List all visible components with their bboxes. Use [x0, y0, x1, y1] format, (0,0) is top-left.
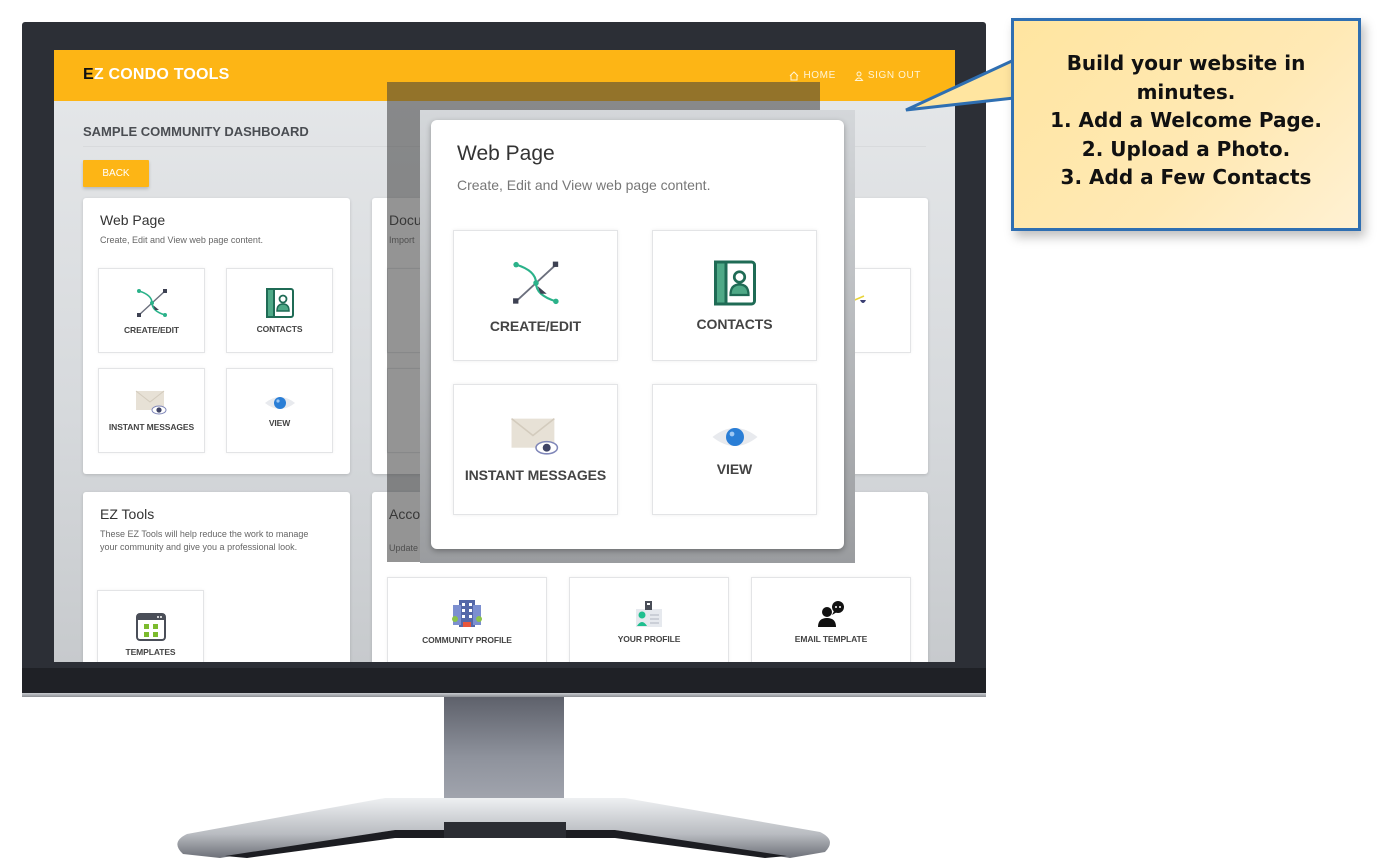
envelope-eye-icon: [510, 417, 558, 455]
person-chat-icon: [818, 601, 844, 627]
card-description: These EZ Tools will help reduce the work…: [100, 529, 309, 552]
tile-label: INSTANT MESSAGES: [464, 466, 607, 483]
building-icon: [452, 600, 482, 627]
tile-templates[interactable]: TEMPLATES: [97, 590, 204, 662]
marketing-stage: EZ CONDO TOOLS HOME SIGN OUT SAMPLE COMM…: [0, 0, 1387, 867]
tile-label: TEMPLATES: [125, 647, 176, 657]
id-badge-icon: [636, 601, 662, 627]
card-title: EZ Tools: [100, 506, 155, 522]
tile-email-template[interactable]: EMAIL TEMPLATE: [751, 577, 911, 662]
user-icon: [854, 71, 864, 81]
tile-view[interactable]: VIEW: [226, 368, 333, 453]
tile-label: COMMUNITY PROFILE: [422, 635, 512, 645]
eye-icon: [712, 427, 757, 446]
envelope-eye-icon: [135, 390, 166, 414]
tile-label: CONTACTS: [256, 323, 303, 334]
templates-grid-icon: [135, 613, 166, 641]
modal-description: Create, Edit and View web page content.: [457, 177, 711, 193]
modal-title: Web Page: [457, 142, 555, 165]
contacts-book-icon: [265, 287, 294, 318]
bezier-pen-icon: [512, 261, 559, 304]
tile-label: INSTANT MESSAGES: [108, 421, 195, 432]
callout-line-2: minutes.: [1136, 79, 1236, 104]
monitor-chin: [22, 668, 986, 694]
tile-label: EMAIL TEMPLATE: [794, 634, 868, 644]
nav-home[interactable]: HOME: [789, 70, 835, 81]
eye-icon: [264, 396, 295, 409]
web-page-card: Web Page Create, Edit and View web page …: [83, 198, 350, 474]
tile-label: CREATE/EDIT: [124, 324, 179, 335]
callout-pointer: [905, 58, 1015, 112]
page-title: SAMPLE COMMUNITY DASHBOARD: [83, 124, 309, 139]
monitor-stand-base: [177, 798, 830, 858]
tile-instant-messages[interactable]: INSTANT MESSAGES: [98, 368, 205, 453]
ez-tools-card: EZ Tools These EZ Tools will help reduce…: [83, 492, 350, 662]
zoomed-web-page-card: Web Page Create, Edit and View web page …: [431, 120, 844, 549]
callout-line-5: 3. Add a Few Contacts: [1060, 165, 1312, 189]
contacts-book-icon: [713, 260, 756, 305]
tile-label: CONTACTS: [696, 315, 773, 332]
tile-your-profile[interactable]: YOUR PROFILE: [569, 577, 729, 662]
callout-line-3: 1. Add a Welcome Page.: [1050, 108, 1322, 132]
zoomed-tile-create-edit[interactable]: CREATE/EDIT: [453, 230, 618, 361]
nav-home-label: HOME: [803, 70, 836, 81]
home-icon: [790, 70, 799, 80]
zoomed-tile-instant-messages[interactable]: INSTANT MESSAGES: [453, 384, 618, 515]
tile-contacts[interactable]: CONTACTS: [226, 268, 333, 353]
card-title: Web Page: [100, 212, 166, 228]
callout-box: Build your website in minutes. 1. Add a …: [1011, 18, 1361, 231]
card-description: Create, Edit and View web page content.: [100, 235, 263, 245]
brand-name: Z CONDO TOOLS: [93, 66, 230, 83]
tile-label: YOUR PROFILE: [617, 634, 681, 644]
tile-create-edit[interactable]: CREATE/EDIT: [98, 268, 205, 353]
tile-label: VIEW: [716, 460, 753, 477]
tile-label: CREATE/EDIT: [489, 317, 582, 334]
back-button[interactable]: BACK: [83, 160, 149, 187]
tile-community-profile[interactable]: COMMUNITY PROFILE: [387, 577, 547, 662]
zoomed-tile-view[interactable]: VIEW: [652, 384, 817, 515]
tile-label: VIEW: [268, 417, 291, 428]
zoomed-tile-contacts[interactable]: CONTACTS: [652, 230, 817, 361]
callout-line-4: 2. Upload a Photo.: [1081, 136, 1291, 161]
brand-first-letter: E: [83, 66, 94, 83]
brand-logo[interactable]: EZ CONDO TOOLS: [83, 66, 230, 84]
bezier-pen-icon: [136, 288, 167, 317]
callout-line-1: Build your website in: [1066, 51, 1306, 75]
